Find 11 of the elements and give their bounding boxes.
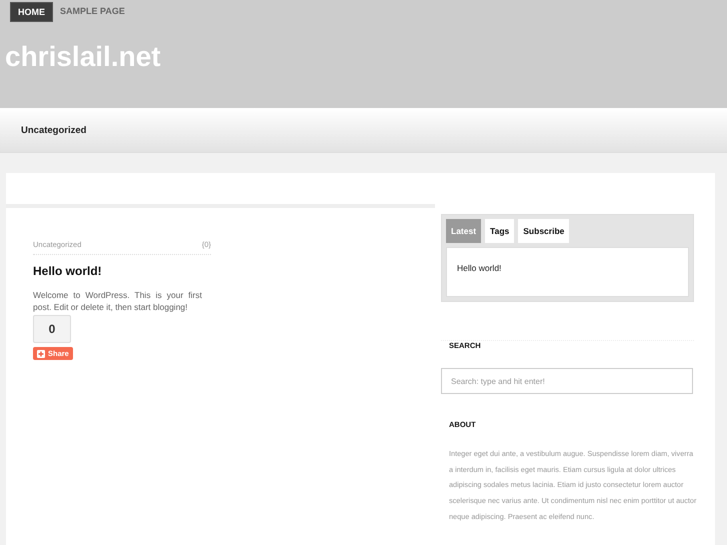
post-title[interactable]: Hello world! — [33, 264, 211, 278]
plus-icon — [37, 350, 45, 358]
nav-link[interactable]: SAMPLE PAGE — [53, 2, 132, 20]
sidebar-tab[interactable]: Subscribe — [518, 219, 570, 243]
search-field[interactable]: Search: type and hit enter! — [441, 368, 693, 394]
latest-post-link[interactable]: Hello world! — [457, 263, 502, 273]
category-link[interactable]: Uncategorized — [21, 124, 86, 136]
post-excerpt: Welcome to WordPress. This is your first post. Edit or delete it, then start blogging! — [33, 289, 202, 313]
nav-link[interactable]: HOME — [10, 2, 53, 22]
share-count: 0 — [33, 315, 71, 343]
sidebar-tab[interactable]: Tags — [485, 219, 514, 243]
